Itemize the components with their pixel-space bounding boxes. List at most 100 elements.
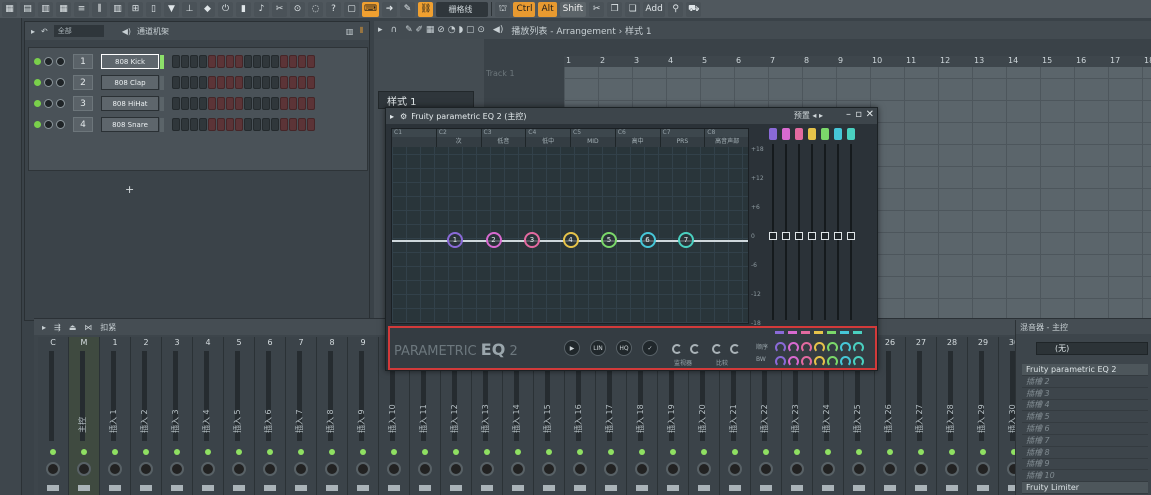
step-button[interactable]	[190, 97, 198, 110]
step-mode-icon[interactable]: ⦀	[359, 26, 363, 36]
pan-knob[interactable]	[46, 462, 60, 476]
strip-enable-led[interactable]	[980, 449, 986, 455]
fader-handle[interactable]	[769, 232, 777, 240]
magnet-icon[interactable]: ∩	[391, 25, 398, 35]
band-bw-knob[interactable]	[853, 356, 864, 367]
eq-band-node[interactable]: 7	[678, 232, 694, 248]
eq-band-node[interactable]: 1	[447, 232, 463, 248]
timeline-ruler[interactable]: 123456789101112131415161718	[564, 56, 1151, 67]
step-sequencer[interactable]	[172, 55, 315, 68]
compare-check-icon[interactable]: ✓	[642, 340, 658, 356]
fader-handle[interactable]	[808, 232, 816, 240]
add-pattern-icon[interactable]: ▦	[2, 1, 17, 17]
strip-enable-led[interactable]	[81, 449, 87, 455]
pan-knob[interactable]	[77, 462, 91, 476]
strip-enable-led[interactable]	[515, 449, 521, 455]
strip-enable-led[interactable]	[825, 449, 831, 455]
effect-slot[interactable]: 插槽 3	[1022, 388, 1148, 400]
mute-led[interactable]	[34, 79, 41, 86]
volume-fader[interactable]	[760, 485, 772, 491]
play-icon[interactable]: ▶	[564, 340, 580, 356]
volume-fader[interactable]	[791, 485, 803, 491]
plugin-icon[interactable]: ⊞	[128, 1, 143, 17]
volume-fader[interactable]	[233, 485, 245, 491]
funnel-icon[interactable]: ▼	[164, 1, 179, 17]
step-button[interactable]	[289, 118, 297, 131]
band-order-knob[interactable]	[775, 342, 786, 353]
shift-key[interactable]: Shift	[559, 1, 587, 17]
step-button[interactable]	[253, 118, 261, 131]
pan-knob[interactable]	[635, 462, 649, 476]
plugin-title-bar[interactable]: ▸ ⚙ Fruity parametric EQ 2 (主控) 预置 ◂ ▸ –…	[386, 108, 877, 124]
band-gain-fader[interactable]	[821, 126, 829, 322]
save-icon[interactable]: ▮	[236, 1, 251, 17]
browser-panel-collapsed[interactable]	[0, 18, 22, 495]
step-sequencer[interactable]	[172, 97, 315, 110]
volume-fader[interactable]	[884, 485, 896, 491]
effect-slot[interactable]: 插槽 5	[1022, 411, 1148, 424]
pan-knob[interactable]	[945, 462, 959, 476]
step-button[interactable]	[280, 76, 288, 89]
band-gain-fader[interactable]	[847, 126, 855, 322]
effect-slot[interactable]: 插槽 10	[1022, 470, 1148, 483]
step-button[interactable]	[271, 118, 279, 131]
volume-fader[interactable]	[357, 485, 369, 491]
expand-arrow-icon[interactable]: ▸	[390, 112, 394, 121]
effect-slot[interactable]: 插槽 7	[1022, 435, 1148, 447]
comment-icon[interactable]: ◌	[308, 1, 323, 17]
pan-knob[interactable]	[852, 462, 866, 476]
volume-fader[interactable]	[295, 485, 307, 491]
step-button[interactable]	[235, 76, 243, 89]
effect-slot[interactable]: 插槽 4	[1022, 399, 1148, 412]
band-bw-knob[interactable]	[775, 356, 786, 367]
volume-fader[interactable]	[388, 485, 400, 491]
pan-knob[interactable]	[232, 462, 246, 476]
band-bw-knob[interactable]	[840, 356, 851, 367]
band-color-cap[interactable]	[834, 128, 842, 140]
strip-enable-led[interactable]	[670, 449, 676, 455]
strip-enable-led[interactable]	[484, 449, 490, 455]
step-button[interactable]	[199, 97, 207, 110]
step-button[interactable]	[307, 55, 315, 68]
step-button[interactable]	[244, 97, 252, 110]
strip-enable-led[interactable]	[949, 449, 955, 455]
volume-fader[interactable]	[636, 485, 648, 491]
strip-enable-led[interactable]	[794, 449, 800, 455]
band-color-cap[interactable]	[795, 128, 803, 140]
pan-knob[interactable]	[108, 462, 122, 476]
step-button[interactable]	[262, 55, 270, 68]
step-button[interactable]	[298, 118, 306, 131]
step-button[interactable]	[262, 118, 270, 131]
mixer-strip[interactable]: 29 插入 29	[968, 337, 999, 495]
band-bw-knob[interactable]	[827, 356, 838, 367]
volume-fader[interactable]	[450, 485, 462, 491]
channel-select-indicator[interactable]	[160, 96, 164, 111]
link-icon[interactable]: ⛓	[418, 1, 434, 17]
pan-knob[interactable]	[666, 462, 680, 476]
volume-knob[interactable]	[56, 78, 65, 87]
pan-knob[interactable]	[604, 462, 618, 476]
band-bw-knob[interactable]	[801, 356, 812, 367]
strip-enable-led[interactable]	[112, 449, 118, 455]
step-button[interactable]	[226, 76, 234, 89]
strip-enable-led[interactable]	[391, 449, 397, 455]
eq-band-node[interactable]: 3	[524, 232, 540, 248]
step-button[interactable]	[307, 97, 315, 110]
band-color-cap[interactable]	[782, 128, 790, 140]
volume-fader[interactable]	[512, 485, 524, 491]
volume-fader[interactable]	[109, 485, 121, 491]
pan-knob[interactable]	[356, 462, 370, 476]
step-button[interactable]	[280, 55, 288, 68]
eq-band-node[interactable]: 6	[639, 232, 656, 248]
step-button[interactable]	[271, 76, 279, 89]
mixer-strip[interactable]: 6 插入 6	[255, 337, 286, 495]
step-button[interactable]	[298, 55, 306, 68]
mixer-strip[interactable]: 9 插入 9	[348, 337, 379, 495]
band-color-cap[interactable]	[769, 128, 777, 140]
piano-roll-icon[interactable]: ▥	[110, 1, 125, 17]
step-button[interactable]	[172, 55, 180, 68]
band-color-cap[interactable]	[821, 128, 829, 140]
strip-enable-led[interactable]	[143, 449, 149, 455]
band-order-knob[interactable]	[788, 342, 799, 353]
band-bw-knob[interactable]	[788, 356, 799, 367]
